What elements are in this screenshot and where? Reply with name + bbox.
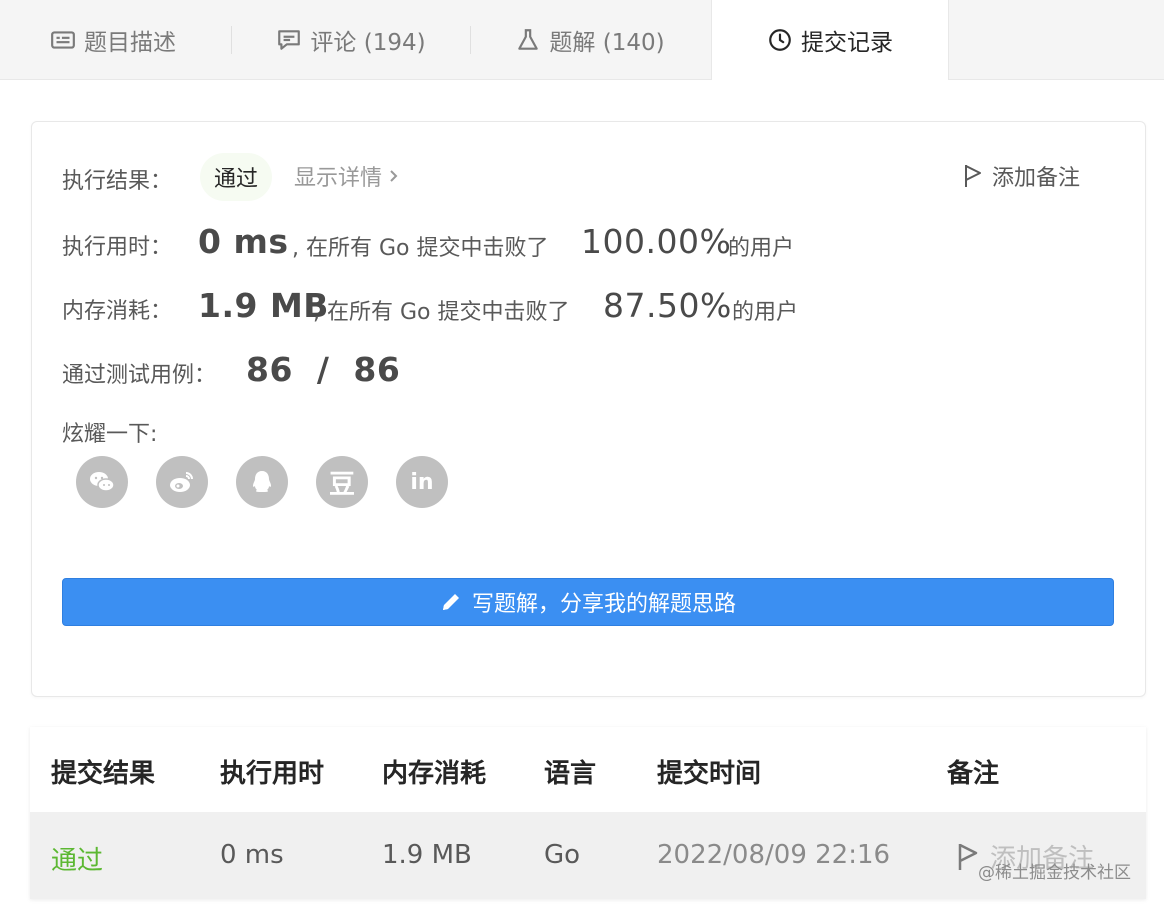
- description-icon: [51, 30, 75, 49]
- share-label: 炫耀一下:: [62, 422, 158, 447]
- runtime-beat-text: , 在所有 Go 提交中击败了: [292, 236, 549, 261]
- tab-label: 评论 (194): [310, 29, 426, 56]
- tab-divider: [470, 26, 471, 54]
- wechat-icon: [90, 472, 115, 492]
- runtime-percent: 100.00%: [581, 222, 732, 261]
- flag-icon: [958, 843, 978, 870]
- share-douban-button[interactable]: 豆: [316, 456, 368, 508]
- column-runtime: 执行用时: [220, 759, 325, 789]
- write-solution-button[interactable]: 写题解，分享我的解题思路: [62, 578, 1114, 626]
- pencil-icon: [442, 594, 459, 610]
- tab-divider: [231, 26, 232, 54]
- tab-label: 题目描述: [84, 29, 176, 56]
- show-details-label: 显示详情: [294, 166, 383, 191]
- status-badge: 通过: [200, 153, 273, 201]
- add-note-button[interactable]: 添加备注: [962, 160, 1080, 192]
- column-language: 语言: [544, 759, 597, 789]
- row-runtime: 0 ms: [220, 840, 284, 870]
- tab-description[interactable]: 题目描述: [28, 0, 198, 79]
- memory-beat-text: , 在所有 Go 提交中击败了: [313, 300, 570, 325]
- linkedin-icon: in: [410, 469, 434, 495]
- runtime-value: 0 ms: [198, 222, 289, 261]
- table-header: 提交结果 执行用时 内存消耗 语言 提交时间 备注: [30, 727, 1146, 812]
- runtime-suffix: 的用户: [728, 236, 795, 261]
- tab-comments[interactable]: 评论 (194): [262, 0, 440, 79]
- tab-label: 题解 (140): [549, 29, 665, 56]
- testcases-value: 86 / 86: [246, 350, 401, 389]
- tab-submissions[interactable]: 提交记录: [711, 0, 949, 80]
- clock-icon: [769, 29, 791, 51]
- testcases-label: 通过测试用例：: [62, 363, 217, 388]
- show-details-link[interactable]: 显示详情: [294, 160, 400, 192]
- memory-percent: 87.50%: [603, 286, 732, 325]
- row-time: 2022/08/09 22:16: [657, 840, 891, 870]
- column-note: 备注: [947, 759, 1000, 789]
- watermark: @稀土掘金技术社区: [978, 863, 1131, 883]
- runtime-label: 执行用时：: [62, 235, 173, 260]
- memory-suffix: 的用户: [732, 300, 799, 325]
- share-weibo-button[interactable]: [156, 456, 208, 508]
- column-memory: 内存消耗: [382, 759, 487, 789]
- row-result[interactable]: 通过: [51, 840, 103, 877]
- comment-icon: [278, 29, 301, 50]
- flask-icon: [518, 28, 539, 50]
- column-time: 提交时间: [657, 759, 762, 789]
- weibo-icon: [170, 472, 193, 492]
- table-row[interactable]: 通过 0 ms 1.9 MB Go 2022/08/09 22:16 添加备注: [30, 812, 1146, 899]
- column-result: 提交结果: [51, 759, 156, 789]
- tab-bar: 题目描述 评论 (194) 题解 (140) 提交记录: [0, 0, 1164, 80]
- write-solution-label: 写题解，分享我的解题思路: [471, 592, 736, 617]
- row-memory: 1.9 MB: [382, 840, 472, 870]
- row-language: Go: [544, 840, 581, 870]
- chevron-right-icon: [390, 170, 398, 182]
- share-qq-button[interactable]: [236, 456, 288, 508]
- tab-solutions[interactable]: 题解 (140): [500, 0, 680, 79]
- result-label: 执行结果：: [62, 169, 173, 194]
- memory-label: 内存消耗：: [62, 299, 173, 324]
- share-wechat-button[interactable]: [76, 456, 128, 508]
- flag-icon: [965, 165, 981, 187]
- add-note-label: 添加备注: [992, 166, 1081, 191]
- tab-label: 提交记录: [801, 30, 893, 56]
- qq-icon: [253, 471, 271, 492]
- share-linkedin-button[interactable]: in: [396, 456, 448, 508]
- memory-value: 1.9 MB: [198, 286, 329, 325]
- douban-icon: 豆: [328, 469, 355, 500]
